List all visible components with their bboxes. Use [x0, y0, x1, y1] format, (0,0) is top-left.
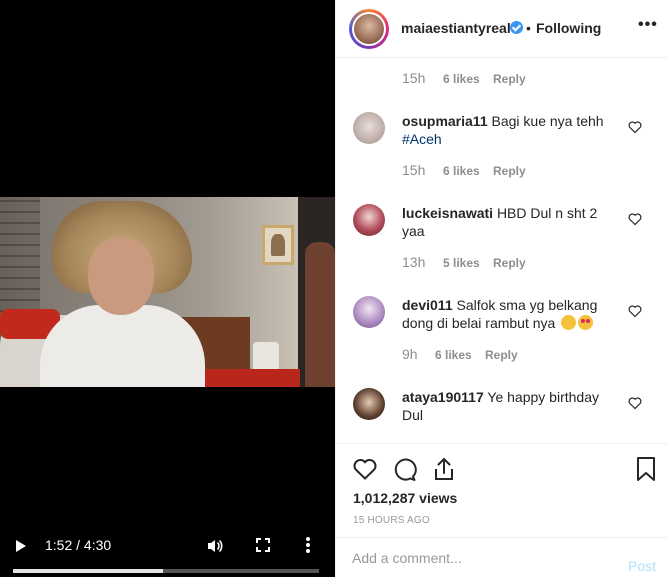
following-button[interactable]: Following — [536, 20, 601, 36]
video-scene-person-right — [305, 242, 335, 387]
grinning-sweat-emoji-icon — [561, 315, 577, 330]
comment-text: luckeisnawati HBD Dul n sht 2 yaa — [402, 204, 602, 240]
video-scene-picture — [262, 225, 294, 265]
add-comment-bar: Post — [336, 537, 668, 577]
comment-body: Bagi kue nya tehh — [491, 113, 604, 129]
comment-username[interactable]: devi011 — [402, 297, 453, 313]
comment-time: 9h — [402, 346, 418, 362]
video-frame[interactable] — [0, 197, 335, 387]
video-progress-bar[interactable] — [13, 569, 319, 573]
comment-username[interactable]: ataya190117 — [402, 389, 484, 405]
play-icon[interactable] — [16, 540, 26, 552]
video-progress-fill — [13, 569, 163, 573]
comments-list[interactable]: 15h 6 likes Reply osupmaria11 Bagi kue n… — [336, 59, 668, 443]
save-bookmark-icon[interactable] — [633, 456, 659, 482]
comment-meta: 9h 6 likes Reply — [402, 346, 602, 362]
view-count[interactable]: 1,012,287 views — [353, 490, 457, 506]
heart-outline-icon[interactable] — [628, 212, 642, 226]
video-controls: 1:52 / 4:30 — [0, 530, 335, 577]
comment-reply-button[interactable]: Reply — [493, 72, 526, 86]
options-icon[interactable]: ••• — [638, 16, 658, 34]
comment-meta: 13h 5 likes Reply — [402, 254, 602, 270]
avatar-image — [354, 14, 384, 44]
comment-likes[interactable]: 5 likes — [443, 256, 480, 270]
avatar[interactable] — [349, 9, 389, 49]
comment-text: ataya190117 Ye happy birthday Dul — [402, 388, 602, 424]
post-panel: maiaestiantyreal • Following ••• 15h 6 l… — [335, 0, 668, 577]
comment-avatar[interactable] — [353, 296, 385, 328]
comment-text: devi011 Salfok sma yg belkang dong di be… — [402, 296, 612, 332]
comment-hashtag[interactable]: #Aceh — [402, 131, 442, 147]
header-separator: • — [526, 20, 531, 36]
comment-input[interactable] — [352, 548, 602, 568]
like-heart-icon[interactable] — [352, 456, 378, 482]
comment-avatar[interactable] — [353, 388, 385, 420]
comment-time: 15h — [402, 70, 426, 86]
comment-time: 13h — [402, 254, 426, 270]
comment-meta: 15h 6 likes Reply — [402, 162, 602, 178]
comment-avatar[interactable] — [353, 112, 385, 144]
heart-eyes-emoji-icon — [578, 315, 594, 330]
verified-icon — [510, 21, 523, 34]
heart-outline-icon[interactable] — [628, 396, 642, 410]
fullscreen-icon[interactable] — [256, 538, 270, 552]
comment-likes[interactable]: 6 likes — [443, 72, 480, 86]
post-timestamp[interactable]: 15 HOURS AGO — [353, 515, 430, 526]
header-username[interactable]: maiaestiantyreal — [401, 20, 511, 36]
comment-bubble-icon[interactable] — [391, 456, 417, 482]
comment-likes[interactable]: 6 likes — [435, 348, 472, 362]
comment-reply-button[interactable]: Reply — [493, 256, 526, 270]
more-vertical-icon[interactable] — [305, 536, 311, 554]
heart-outline-icon[interactable] — [628, 304, 642, 318]
post-actions: 1,012,287 views 15 HOURS AGO — [336, 443, 668, 533]
comment-avatar[interactable] — [353, 204, 385, 236]
video-scene-person-face — [88, 237, 154, 315]
post-header: maiaestiantyreal • Following ••• — [336, 0, 668, 58]
comment-time: 15h — [402, 162, 426, 178]
comment-likes[interactable]: 6 likes — [443, 164, 480, 178]
comment-reply-button[interactable]: Reply — [485, 348, 518, 362]
comment-reply-button[interactable]: Reply — [493, 164, 526, 178]
comment-meta: 15h 6 likes Reply — [402, 70, 602, 86]
video-player[interactable]: 1:52 / 4:30 — [0, 0, 335, 577]
heart-outline-icon[interactable] — [628, 120, 642, 134]
comment-username[interactable]: luckeisnawati — [402, 205, 493, 221]
video-scene-person-shirt — [40, 305, 205, 387]
post-button[interactable]: Post — [628, 558, 656, 574]
share-icon[interactable] — [431, 456, 457, 482]
volume-icon[interactable] — [207, 538, 223, 554]
comment-username[interactable]: osupmaria11 — [402, 113, 488, 129]
video-time: 1:52 / 4:30 — [45, 537, 112, 553]
comment-text: osupmaria11 Bagi kue nya tehh #Aceh — [402, 112, 622, 148]
